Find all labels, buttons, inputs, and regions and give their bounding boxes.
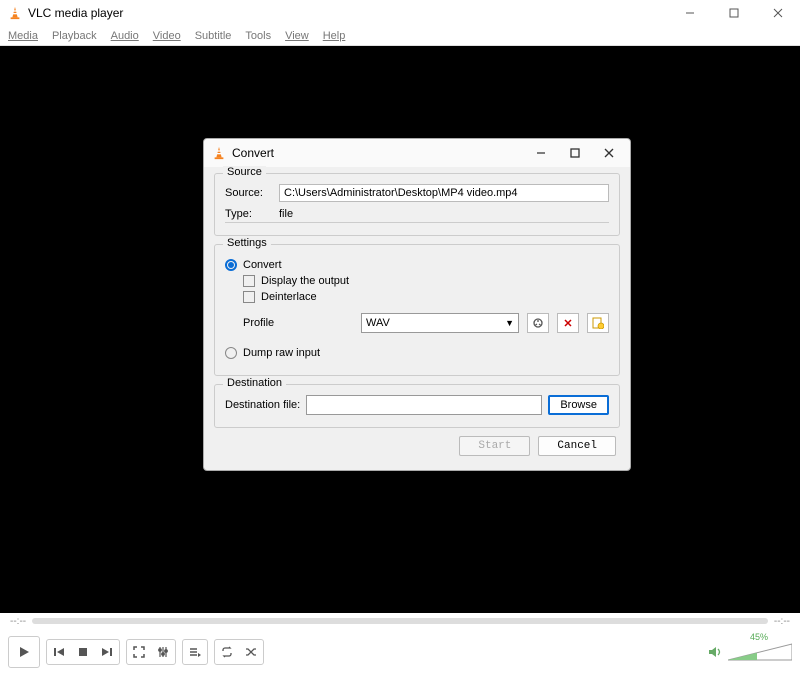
prev-button[interactable]	[49, 642, 69, 662]
x-icon: ✕	[563, 317, 572, 330]
edit-profile-button[interactable]	[527, 313, 549, 333]
type-value: file	[279, 208, 293, 220]
deinterlace-label: Deinterlace	[261, 291, 317, 303]
convert-radio-label: Convert	[243, 259, 282, 271]
vlc-icon	[212, 146, 226, 160]
fullscreen-button[interactable]	[129, 642, 149, 662]
dialog-maximize-button[interactable]	[560, 142, 590, 164]
chevron-down-icon: ▼	[505, 318, 514, 328]
cancel-button[interactable]: Cancel	[538, 436, 616, 456]
source-group: Source Source: Type: file	[214, 173, 620, 236]
menu-video[interactable]: Video	[153, 30, 181, 42]
close-button[interactable]	[756, 0, 800, 26]
destination-input[interactable]	[306, 395, 542, 415]
convert-radio[interactable]	[225, 259, 237, 271]
menu-playback[interactable]: Playback	[52, 30, 97, 42]
window-title: VLC media player	[28, 6, 668, 20]
deinterlace-checkbox[interactable]	[243, 291, 255, 303]
convert-dialog: Convert Source Source: Type: file Settin…	[203, 138, 631, 471]
speaker-icon[interactable]	[708, 645, 724, 659]
shuffle-button[interactable]	[241, 642, 261, 662]
menu-help[interactable]: Help	[323, 30, 346, 42]
browse-button[interactable]: Browse	[548, 395, 609, 415]
stop-button[interactable]	[73, 642, 93, 662]
type-label: Type:	[225, 208, 273, 220]
display-output-checkbox[interactable]	[243, 275, 255, 287]
dialog-titlebar[interactable]: Convert	[204, 139, 630, 167]
settings-group: Settings Convert Display the output Dein…	[214, 244, 620, 376]
menubar: Media Playback Audio Video Subtitle Tool…	[0, 26, 800, 46]
menu-media[interactable]: Media	[8, 30, 38, 42]
delete-profile-button[interactable]: ✕	[557, 313, 579, 333]
profile-label: Profile	[243, 317, 353, 329]
ext-settings-button[interactable]	[153, 642, 173, 662]
source-group-title: Source	[223, 166, 266, 178]
loop-button[interactable]	[217, 642, 237, 662]
time-elapsed: --:--	[10, 616, 26, 627]
dump-radio[interactable]	[225, 347, 237, 359]
minimize-button[interactable]	[668, 0, 712, 26]
dialog-close-button[interactable]	[594, 142, 624, 164]
profile-select[interactable]: WAV ▼	[361, 313, 519, 333]
time-total: --:--	[774, 616, 790, 627]
source-input[interactable]	[279, 184, 609, 202]
maximize-button[interactable]	[712, 0, 756, 26]
menu-subtitle[interactable]: Subtitle	[195, 30, 232, 42]
source-label: Source:	[225, 187, 273, 199]
dialog-title: Convert	[232, 146, 526, 160]
display-output-label: Display the output	[261, 275, 349, 287]
vlc-icon	[8, 6, 22, 20]
seek-row: --:-- --:--	[0, 613, 800, 629]
dialog-minimize-button[interactable]	[526, 142, 556, 164]
volume-percent: 45%	[750, 632, 768, 642]
destination-label: Destination file:	[225, 399, 300, 411]
destination-group: Destination Destination file: Browse	[214, 384, 620, 428]
playlist-button[interactable]	[185, 642, 205, 662]
menu-view[interactable]: View	[285, 30, 309, 42]
menu-tools[interactable]: Tools	[245, 30, 271, 42]
destination-group-title: Destination	[223, 377, 286, 389]
new-profile-button[interactable]	[587, 313, 609, 333]
volume-slider[interactable]	[728, 642, 792, 662]
start-button[interactable]: Start	[459, 436, 530, 456]
menu-audio[interactable]: Audio	[111, 30, 139, 42]
main-titlebar: VLC media player	[0, 0, 800, 26]
settings-group-title: Settings	[223, 237, 271, 249]
playback-controls: 45%	[0, 629, 800, 675]
seek-slider[interactable]	[32, 618, 768, 624]
profile-value: WAV	[366, 317, 390, 329]
next-button[interactable]	[97, 642, 117, 662]
dump-radio-label: Dump raw input	[243, 347, 320, 359]
play-button[interactable]	[8, 636, 40, 668]
